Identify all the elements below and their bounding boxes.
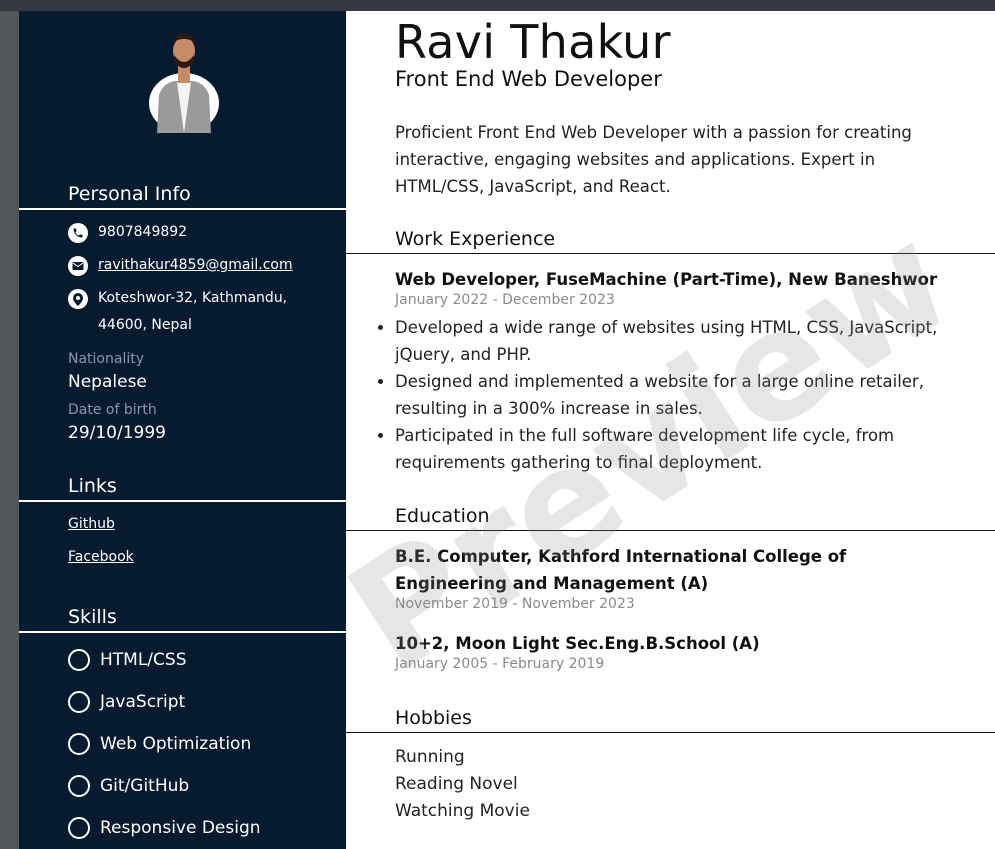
education-heading: Education <box>395 505 490 527</box>
hobbies-divider <box>346 732 995 733</box>
skill-label: Git/GitHub <box>100 776 190 796</box>
job-title: Web Developer, FuseMachine (Part-Time), … <box>395 270 938 289</box>
profile-photo <box>149 33 219 133</box>
resume-sidebar: Personal Info 9807849892 ravithakur4859@… <box>19 11 346 849</box>
skill-item: Web Optimization <box>68 733 251 755</box>
circle-icon <box>68 817 90 839</box>
hobby-item: Watching Movie <box>395 801 530 821</box>
circle-icon <box>68 691 90 713</box>
links-heading: Links <box>68 475 117 497</box>
skill-label: JavaScript <box>100 692 186 712</box>
candidate-role: Front End Web Developer <box>395 67 662 91</box>
skill-item: HTML/CSS <box>68 649 187 671</box>
location-pin-icon <box>68 289 88 309</box>
address-line-2: 44600, Nepal <box>98 317 192 333</box>
job-responsibilities: Developed a wide range of websites using… <box>346 314 965 476</box>
nationality-label: Nationality <box>68 351 145 367</box>
phone-number: 9807849892 <box>98 224 188 240</box>
list-item: Developed a wide range of websites using… <box>395 314 965 368</box>
education-title: 10+2, Moon Light Sec.Eng.B.School (A) <box>395 634 760 653</box>
email-link[interactable]: ravithakur4859@gmail.com <box>98 257 293 273</box>
skill-item: JavaScript <box>68 691 185 713</box>
address: Koteshwor-32, Kathmandu, 44600, Nepal <box>98 285 287 339</box>
education-dates: November 2019 - November 2023 <box>395 596 635 612</box>
skills-divider <box>19 631 346 633</box>
skill-label: Responsive Design <box>100 818 261 838</box>
circle-icon <box>68 649 90 671</box>
work-experience-heading: Work Experience <box>395 228 556 250</box>
list-item: Designed and implemented a website for a… <box>395 368 965 422</box>
github-link[interactable]: Github <box>68 516 115 532</box>
viewer-top-bar <box>0 0 995 11</box>
links-divider <box>19 500 346 502</box>
skill-label: Web Optimization <box>100 734 252 754</box>
nationality-value: Nepalese <box>68 372 147 392</box>
circle-icon <box>68 775 90 797</box>
education-dates: January 2005 - February 2019 <box>395 656 605 672</box>
skill-item: Git/GitHub <box>68 775 189 797</box>
hobby-item: Running <box>395 747 465 767</box>
job-dates: January 2022 - December 2023 <box>395 292 615 308</box>
address-line-1: Koteshwor-32, Kathmandu, <box>98 290 288 306</box>
personal-info-heading: Personal Info <box>68 183 191 205</box>
resume-main: Ravi Thakur Front End Web Developer Prof… <box>346 11 995 849</box>
education-divider <box>346 530 995 531</box>
skill-label: HTML/CSS <box>100 650 187 670</box>
profile-summary: Proficient Front End Web Developer with … <box>395 123 912 196</box>
dob-value: 29/10/1999 <box>68 423 166 443</box>
candidate-name: Ravi Thakur <box>395 15 671 69</box>
skill-item: Responsive Design <box>68 817 261 839</box>
personal-info-divider <box>19 208 346 210</box>
facebook-link[interactable]: Facebook <box>68 549 134 565</box>
work-experience-divider <box>346 253 995 254</box>
education-title: B.E. Computer, Kathford International Co… <box>395 547 847 593</box>
viewer-left-gutter <box>0 11 19 849</box>
hobbies-heading: Hobbies <box>395 707 472 729</box>
list-item: Participated in the full software develo… <box>395 422 965 476</box>
circle-icon <box>68 733 90 755</box>
dob-label: Date of birth <box>68 402 157 418</box>
email-icon <box>68 256 88 276</box>
email-row: ravithakur4859@gmail.com <box>68 256 293 279</box>
phone-row: 9807849892 <box>68 223 187 246</box>
address-row: Koteshwor-32, Kathmandu, 44600, Nepal <box>68 289 287 339</box>
hobby-item: Reading Novel <box>395 774 518 794</box>
skills-heading: Skills <box>68 606 117 628</box>
phone-icon <box>68 223 88 243</box>
